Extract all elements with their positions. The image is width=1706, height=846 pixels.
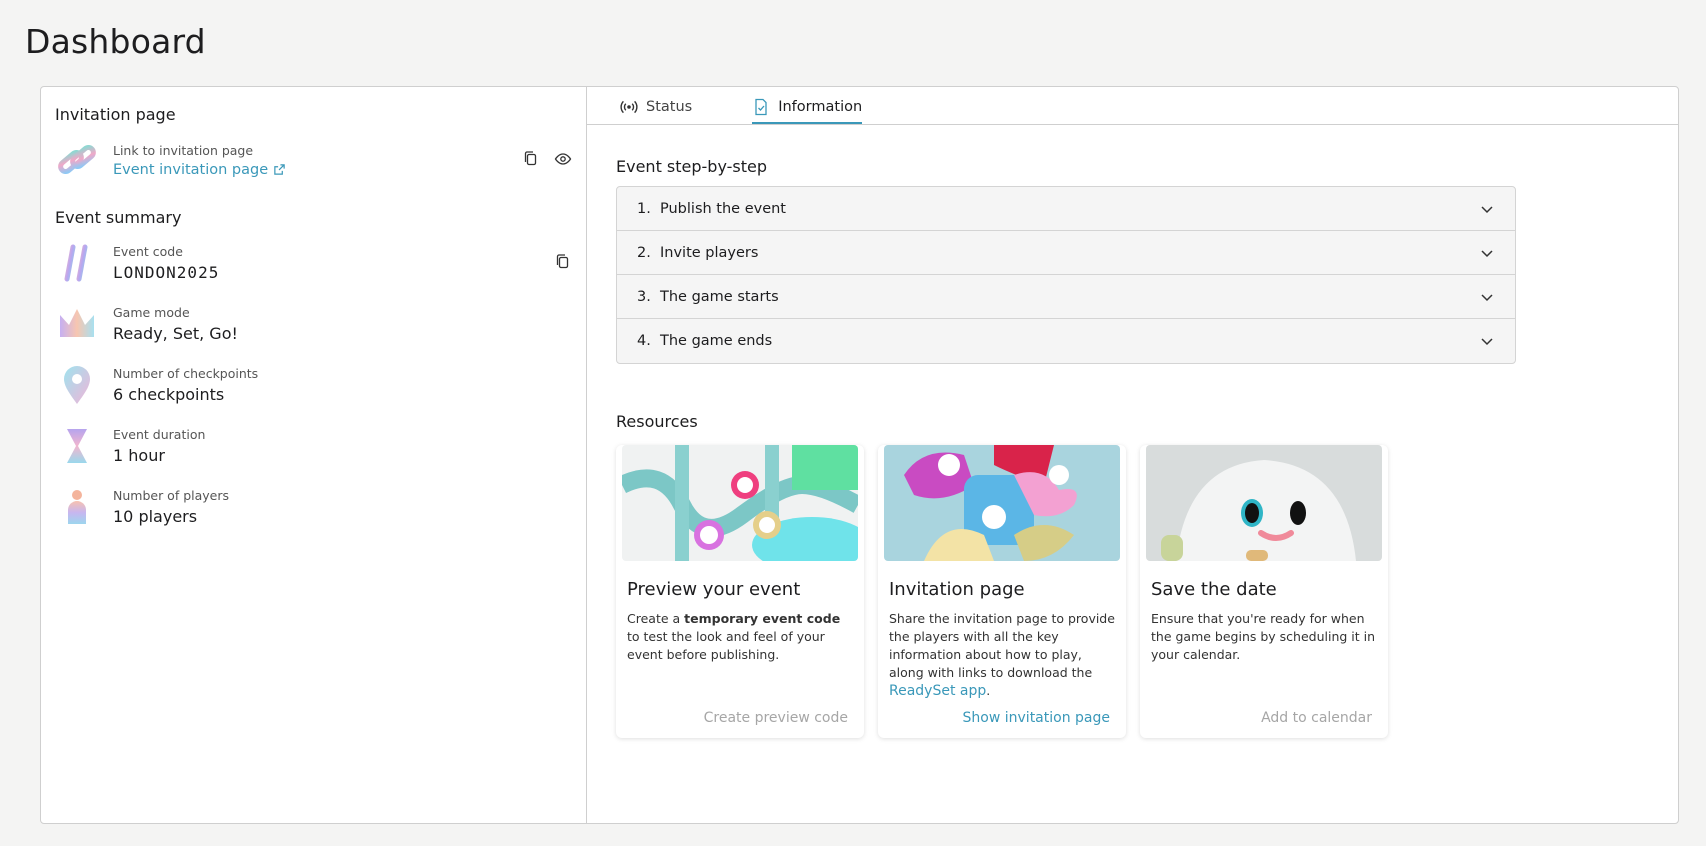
step-item[interactable]: 2. Invite players	[617, 231, 1515, 275]
event-code-label: Event code	[113, 244, 183, 259]
create-preview-code-button[interactable]: Create preview code	[704, 710, 848, 726]
tab-information-label[interactable]: Information	[778, 99, 862, 115]
show-invitation-page-button[interactable]: Show invitation page	[963, 710, 1110, 726]
invitation-illustration	[884, 445, 1120, 561]
resource-card-invitation: Invitation page Share the invitation pag…	[878, 445, 1126, 738]
tab-bar: Status Information	[587, 87, 1678, 125]
chevron-down-icon	[1481, 250, 1493, 258]
step-label: Publish the event	[660, 200, 786, 217]
game-mode-label: Game mode	[113, 305, 190, 320]
player-icon	[55, 485, 99, 529]
hourglass-icon	[55, 424, 99, 468]
readyset-app-link[interactable]: ReadySet app	[889, 683, 986, 699]
event-summary-column: Invitation page Link to invitation page …	[41, 87, 587, 823]
document-check-icon	[755, 98, 767, 116]
step-number: 3.	[637, 288, 651, 305]
hashtag-icon	[55, 241, 99, 285]
invitation-page-link-text[interactable]: Event invitation page	[113, 162, 268, 178]
step-item[interactable]: 3. The game starts	[617, 275, 1515, 319]
dashboard-panel: Invitation page Link to invitation page …	[40, 86, 1679, 824]
external-link-icon	[274, 164, 285, 175]
step-item[interactable]: 1. Publish the event	[617, 187, 1515, 231]
players-label: Number of players	[113, 488, 230, 503]
chain-link-icon	[55, 138, 99, 182]
chevron-down-icon	[1481, 206, 1493, 214]
summary-players: Number of players 10 players	[55, 481, 572, 533]
chevron-down-icon	[1481, 338, 1493, 346]
summary-checkpoints: Number of checkpoints 6 checkpoints	[55, 359, 572, 411]
preview-illustration	[622, 445, 858, 561]
save-date-illustration	[1146, 445, 1382, 561]
chevron-down-icon	[1481, 294, 1493, 302]
crown-icon	[55, 302, 99, 346]
event-code-value: LONDON2025	[113, 263, 220, 282]
desc-text: Share the invitation page to provide the…	[889, 611, 1115, 680]
checkpoints-label: Number of checkpoints	[113, 366, 259, 381]
game-mode-value: Ready, Set, Go!	[113, 324, 238, 343]
duration-value: 1 hour	[113, 446, 165, 465]
invitation-page-link[interactable]: Event invitation page	[113, 162, 286, 178]
tab-status-label[interactable]: Status	[646, 99, 692, 115]
copy-event-code-icon[interactable]	[554, 253, 572, 271]
copy-icon[interactable]	[522, 150, 540, 168]
summary-event-code: Event code LONDON2025	[55, 237, 572, 289]
card-title: Save the date	[1151, 579, 1277, 600]
card-title: Preview your event	[627, 579, 801, 600]
desc-text: Create a	[627, 611, 685, 626]
page-title: Dashboard	[25, 22, 206, 61]
resources-title: Resources	[616, 412, 698, 431]
event-summary-title: Event summary	[55, 208, 182, 227]
step-number: 1.	[637, 200, 651, 217]
checkpoints-value: 6 checkpoints	[113, 385, 225, 404]
invitation-link-label: Link to invitation page	[113, 142, 254, 158]
resource-card-save-date: Save the date Ensure that you're ready f…	[1140, 445, 1388, 738]
step-label: The game starts	[660, 288, 779, 305]
card-description: Share the invitation page to provide the…	[889, 610, 1115, 700]
step-label: The game ends	[660, 333, 773, 349]
step-item[interactable]: 4. The game ends	[617, 319, 1515, 363]
tab-status[interactable]: Status	[620, 98, 692, 124]
resource-cards: Preview your event Create a temporary ev…	[616, 445, 1649, 738]
invitation-section-title: Invitation page	[55, 105, 176, 124]
step-number: 4.	[637, 333, 651, 349]
card-title: Invitation page	[889, 579, 1025, 600]
players-value: 10 players	[113, 507, 198, 526]
broadcast-icon	[620, 100, 638, 114]
duration-label: Event duration	[113, 427, 206, 442]
tab-information[interactable]: Information	[752, 98, 863, 124]
add-to-calendar-button[interactable]: Add to calendar	[1261, 710, 1372, 726]
steps-title: Event step-by-step	[616, 157, 768, 176]
step-label: Invite players	[660, 244, 759, 261]
step-number: 2.	[637, 244, 651, 261]
invitation-link-row: Link to invitation page Event invitation…	[55, 134, 572, 186]
card-description: Ensure that you're ready for when the ga…	[1151, 611, 1376, 662]
desc-bold: temporary event code	[684, 611, 841, 626]
summary-game-mode: Game mode Ready, Set, Go!	[55, 298, 572, 350]
map-pin-icon	[55, 363, 99, 407]
card-description: Create a temporary event code to test th…	[627, 610, 853, 664]
eye-icon[interactable]	[554, 150, 572, 168]
resource-card-preview: Preview your event Create a temporary ev…	[616, 445, 864, 738]
summary-duration: Event duration 1 hour	[55, 420, 572, 472]
desc-text: to test the look and feel of your event …	[627, 629, 825, 662]
information-column: Status Information Event step-by-step 1.…	[587, 87, 1678, 823]
desc-text: .	[986, 683, 991, 698]
steps-accordion: 1. Publish the event 2. Invite players 3…	[616, 186, 1516, 364]
